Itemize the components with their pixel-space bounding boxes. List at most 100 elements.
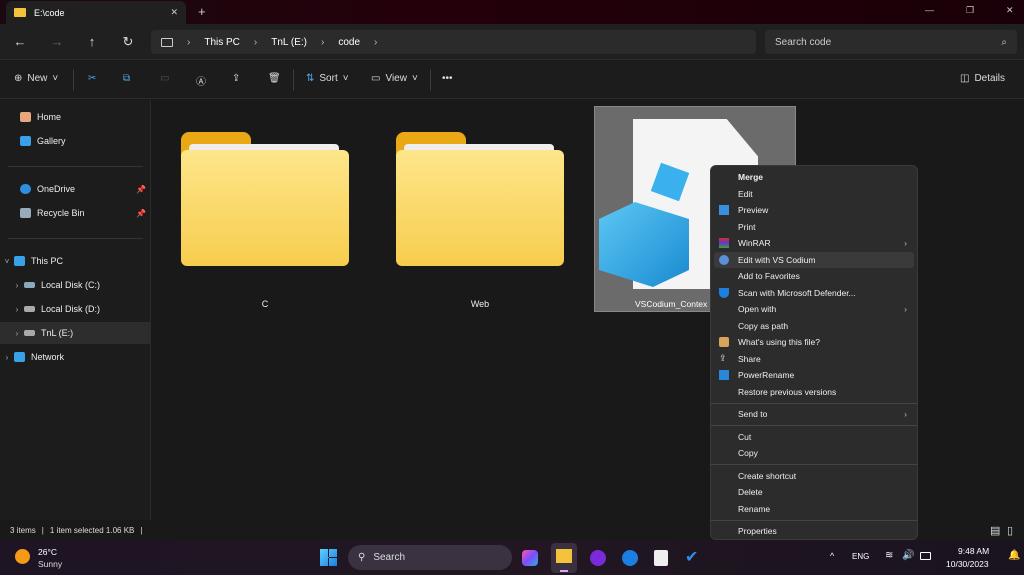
menu-item-restore-previous-versions[interactable]: Restore previous versions [711, 384, 917, 401]
share-icon[interactable]: ⇪ [232, 73, 240, 84]
todo-check-icon[interactable]: ✔ [685, 547, 698, 567]
view-button[interactable]: ▭ View ˅ [371, 73, 418, 84]
minimize-button[interactable]: — [925, 5, 934, 15]
weather-sun-icon[interactable] [15, 549, 30, 564]
sidebar-item-onedrive[interactable]: OneDrive 📌 [0, 178, 150, 200]
microsoft-store-icon[interactable] [654, 550, 668, 566]
more-options-button[interactable]: ••• [442, 73, 453, 84]
sidebar-item-local-disk-d[interactable]: › Local Disk (D:) [0, 298, 150, 320]
chevron-right-icon: › [904, 409, 907, 420]
details-button[interactable]: ◫ Details [960, 73, 1005, 84]
navigation-pane: Home Gallery OneDrive 📌 Recycle Bin 📌 ˅ Thi… [0, 100, 151, 520]
start-windows-icon[interactable] [320, 549, 337, 566]
refresh-button[interactable]: ↻ [120, 34, 136, 50]
menu-item-print[interactable]: Print [711, 219, 917, 236]
this-pc-icon [14, 256, 25, 266]
menu-item-winrar[interactable]: WinRAR › [711, 235, 917, 252]
drive-icon [24, 282, 35, 288]
sidebar-item-network[interactable]: › Network [0, 346, 150, 368]
menu-item-create-shortcut[interactable]: Create shortcut [711, 468, 917, 485]
share-icon: ⇪ [719, 352, 727, 363]
browser-icon[interactable] [622, 550, 638, 566]
menu-item-rename[interactable]: Rename [711, 501, 917, 518]
address-bar[interactable]: › This PC › TnL (E:) › code › [151, 30, 756, 54]
breadcrumb-this-pc[interactable]: This PC [204, 37, 240, 48]
sort-icon: ⇅ [306, 73, 315, 84]
sort-button[interactable]: ⇅ Sort ˅ [306, 73, 349, 84]
file-name: Web [470, 299, 490, 309]
tab-code[interactable]: E:\code ✕ [6, 1, 186, 24]
navigation-bar: ← → ↑ ↻ › This PC › TnL (E:) › code › Searc… [0, 24, 1024, 60]
menu-item-powerrename[interactable]: PowerRename [711, 367, 917, 384]
sidebar-item-recycle-bin[interactable]: Recycle Bin 📌 [0, 202, 150, 224]
folder-c[interactable]: C [181, 132, 349, 309]
divider [711, 464, 917, 465]
clock-time[interactable]: 9:48 AM [958, 546, 989, 556]
divider [293, 69, 294, 91]
folder-icon [181, 132, 349, 266]
menu-item-whats-using-this-file[interactable]: What's using this file? [711, 334, 917, 351]
copilot-icon[interactable] [522, 550, 538, 566]
menu-item-add-to-favorites[interactable]: Add to Favorites [711, 268, 917, 285]
wifi-icon[interactable]: ≋ [885, 550, 893, 561]
search-input[interactable]: Search code ⌕ [765, 30, 1017, 54]
language-indicator[interactable]: ENG [852, 552, 869, 561]
notification-bell-icon[interactable]: 🔔 [1008, 550, 1020, 561]
battery-icon[interactable] [920, 552, 931, 560]
label: Home [37, 112, 62, 122]
menu-item-edit-with-vs-codium[interactable]: Edit with VS Codium [714, 251, 914, 268]
sidebar-item-home[interactable]: Home [0, 106, 150, 128]
show-hidden-icons[interactable]: ^ [830, 551, 834, 561]
close-tab-button[interactable]: ✕ [170, 7, 178, 18]
app-icon[interactable] [590, 550, 606, 566]
rename-icon[interactable]: Ⓐ [196, 73, 206, 88]
close-window-button[interactable]: ✕ [1006, 5, 1014, 16]
menu-item-scan-defender[interactable]: Scan with Microsoft Defender... [711, 285, 917, 302]
up-button[interactable]: ↑ [84, 34, 100, 49]
vscodium-icon [719, 254, 729, 265]
item-count: 3 items [10, 525, 36, 535]
sidebar-item-local-disk-c[interactable]: › Local Disk (C:) [0, 274, 150, 296]
copy-icon[interactable]: ⧉ [123, 73, 130, 84]
folder-icon [556, 549, 572, 563]
folder-icon [14, 8, 26, 17]
menu-item-send-to[interactable]: Send to › [711, 406, 917, 423]
forward-button[interactable]: → [49, 34, 65, 49]
volume-icon[interactable]: 🔊 [902, 550, 914, 561]
sidebar-item-gallery[interactable]: Gallery [0, 130, 150, 152]
menu-item-copy[interactable]: Copy [711, 445, 917, 462]
label: Local Disk (C:) [41, 280, 101, 290]
menu-item-preview[interactable]: Preview [711, 202, 917, 219]
delete-icon[interactable]: 🗑 [268, 73, 281, 84]
folder-web[interactable]: Web [396, 132, 564, 309]
menu-item-share[interactable]: ⇪ Share [711, 351, 917, 368]
pin-icon[interactable]: 📌 [136, 209, 146, 218]
breadcrumb-tnl-e[interactable]: TnL (E:) [271, 37, 307, 48]
pin-icon[interactable]: 📌 [136, 185, 146, 194]
file-name: C [261, 299, 269, 309]
menu-item-edit[interactable]: Edit [711, 186, 917, 203]
new-tab-button[interactable]: + [198, 4, 206, 19]
weather-condition[interactable]: Sunny [38, 559, 62, 569]
taskbar-search[interactable]: ⚲ Search [348, 545, 512, 570]
menu-item-copy-as-path[interactable]: Copy as path [711, 318, 917, 335]
details-view-icon[interactable]: ▤ [990, 524, 1000, 537]
menu-item-open-with[interactable]: Open with › [711, 301, 917, 318]
label: Gallery [37, 136, 66, 146]
cut-icon[interactable]: ✂ [88, 73, 96, 84]
menu-item-cut[interactable]: Cut [711, 429, 917, 446]
back-button[interactable]: ← [12, 34, 28, 49]
tiles-view-icon[interactable]: ▯ [1007, 524, 1013, 537]
file-explorer-taskbar-button[interactable] [551, 543, 577, 573]
breadcrumb-code[interactable]: code [338, 37, 360, 48]
menu-item-merge[interactable]: Merge [711, 169, 917, 186]
maximize-button[interactable]: ❐ [966, 5, 974, 16]
new-button[interactable]: ⊕ New ˅ [14, 73, 58, 84]
menu-item-delete[interactable]: Delete [711, 484, 917, 501]
sidebar-item-this-pc[interactable]: ˅ This PC [0, 250, 150, 272]
sidebar-item-tnl-e[interactable]: › TnL (E:) [0, 322, 150, 344]
home-icon [20, 112, 31, 122]
weather-temp[interactable]: 26°C [38, 547, 57, 557]
paste-icon[interactable]: ▭ [160, 73, 169, 84]
clock-date[interactable]: 10/30/2023 [946, 559, 989, 569]
